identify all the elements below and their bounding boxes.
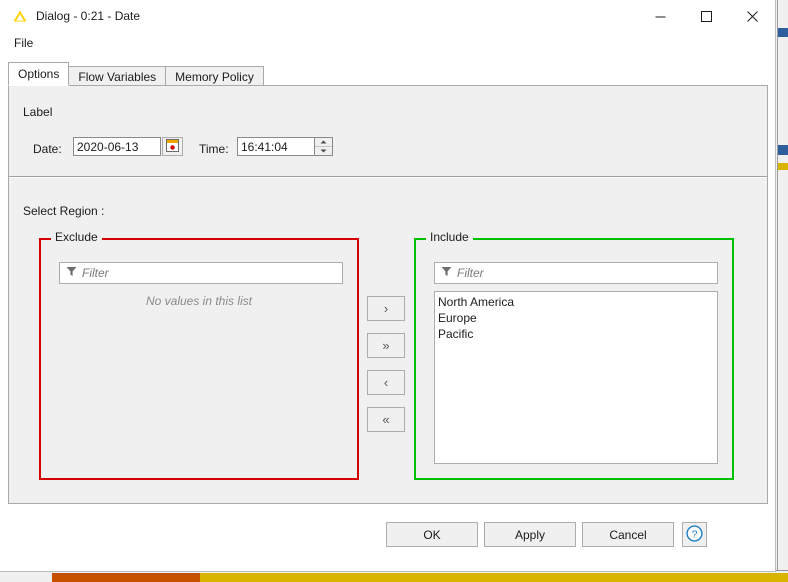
- exclude-group: Exclude Filter No values in this list: [39, 231, 359, 480]
- date-input[interactable]: [73, 137, 161, 156]
- list-item[interactable]: Europe: [436, 310, 717, 326]
- svg-text:?: ?: [692, 528, 698, 540]
- title-bar: Dialog - 0:21 - Date: [0, 0, 775, 32]
- help-button[interactable]: ?: [682, 522, 707, 547]
- label-section: Label Date: Time:: [9, 86, 767, 176]
- date-field-label: Date:: [33, 142, 62, 156]
- select-region-heading: Select Region :: [23, 204, 105, 218]
- background-accent-mark: [778, 163, 788, 170]
- include-filter-input[interactable]: Filter: [434, 262, 718, 284]
- funnel-icon: [66, 266, 77, 280]
- background-right-rail: [777, 0, 788, 582]
- exclude-empty-message: No values in this list: [145, 294, 253, 308]
- background-accent-bar: [200, 573, 788, 582]
- knime-triangle-icon: [12, 8, 28, 24]
- window-title: Dialog - 0:21 - Date: [36, 9, 141, 23]
- background-accent-mark: [778, 145, 788, 155]
- ok-button[interactable]: OK: [386, 522, 478, 547]
- tab-memory-policy[interactable]: Memory Policy: [165, 66, 264, 87]
- exclude-filter-placeholder: Filter: [82, 266, 109, 280]
- tab-strip: Options Flow Variables Memory Policy: [8, 62, 264, 87]
- include-list[interactable]: North America Europe Pacific: [434, 291, 718, 464]
- calendar-picker-button[interactable]: [162, 137, 183, 156]
- time-field-label: Time:: [199, 142, 229, 156]
- funnel-icon: [441, 266, 452, 280]
- menu-item-file[interactable]: File: [8, 34, 39, 52]
- list-item[interactable]: Pacific: [436, 326, 717, 342]
- dialog-window: Dialog - 0:21 - Date File Options Flow V…: [0, 0, 776, 572]
- section-divider: [9, 176, 767, 178]
- time-stepper[interactable]: [315, 137, 333, 156]
- transfer-button-column: › » ‹ «: [367, 296, 405, 444]
- close-button[interactable]: [729, 0, 775, 32]
- list-item[interactable]: North America: [436, 294, 717, 310]
- apply-button[interactable]: Apply: [484, 522, 576, 547]
- move-right-button[interactable]: ›: [367, 296, 405, 321]
- time-stepper-down[interactable]: [315, 147, 332, 155]
- maximize-button[interactable]: [683, 0, 729, 32]
- background-accent-mark: [778, 28, 788, 37]
- time-stepper-up[interactable]: [315, 138, 332, 147]
- options-panel: Label Date: Time:: [8, 85, 768, 504]
- include-group: Include Filter North America Europe Pacifi…: [414, 231, 734, 480]
- include-filter-placeholder: Filter: [457, 266, 484, 280]
- exclude-group-title: Exclude: [51, 231, 102, 243]
- time-input[interactable]: [237, 137, 315, 156]
- exclude-filter-input[interactable]: Filter: [59, 262, 343, 284]
- label-section-heading: Label: [23, 105, 53, 119]
- tab-options[interactable]: Options: [8, 62, 70, 86]
- move-left-button[interactable]: ‹: [367, 370, 405, 395]
- cancel-button[interactable]: Cancel: [582, 522, 674, 547]
- calendar-icon: [166, 138, 179, 155]
- move-all-right-button[interactable]: »: [367, 333, 405, 358]
- menu-bar: File: [0, 32, 775, 54]
- include-group-title: Include: [426, 231, 473, 243]
- dialog-footer: OK Apply Cancel ?: [0, 522, 776, 562]
- background-accent-bar: [52, 573, 200, 582]
- minimize-button[interactable]: [637, 0, 683, 32]
- window-controls: [637, 0, 775, 32]
- move-all-left-button[interactable]: «: [367, 407, 405, 432]
- tab-flow-variables[interactable]: Flow Variables: [68, 66, 167, 87]
- help-circle-icon: ?: [686, 524, 703, 545]
